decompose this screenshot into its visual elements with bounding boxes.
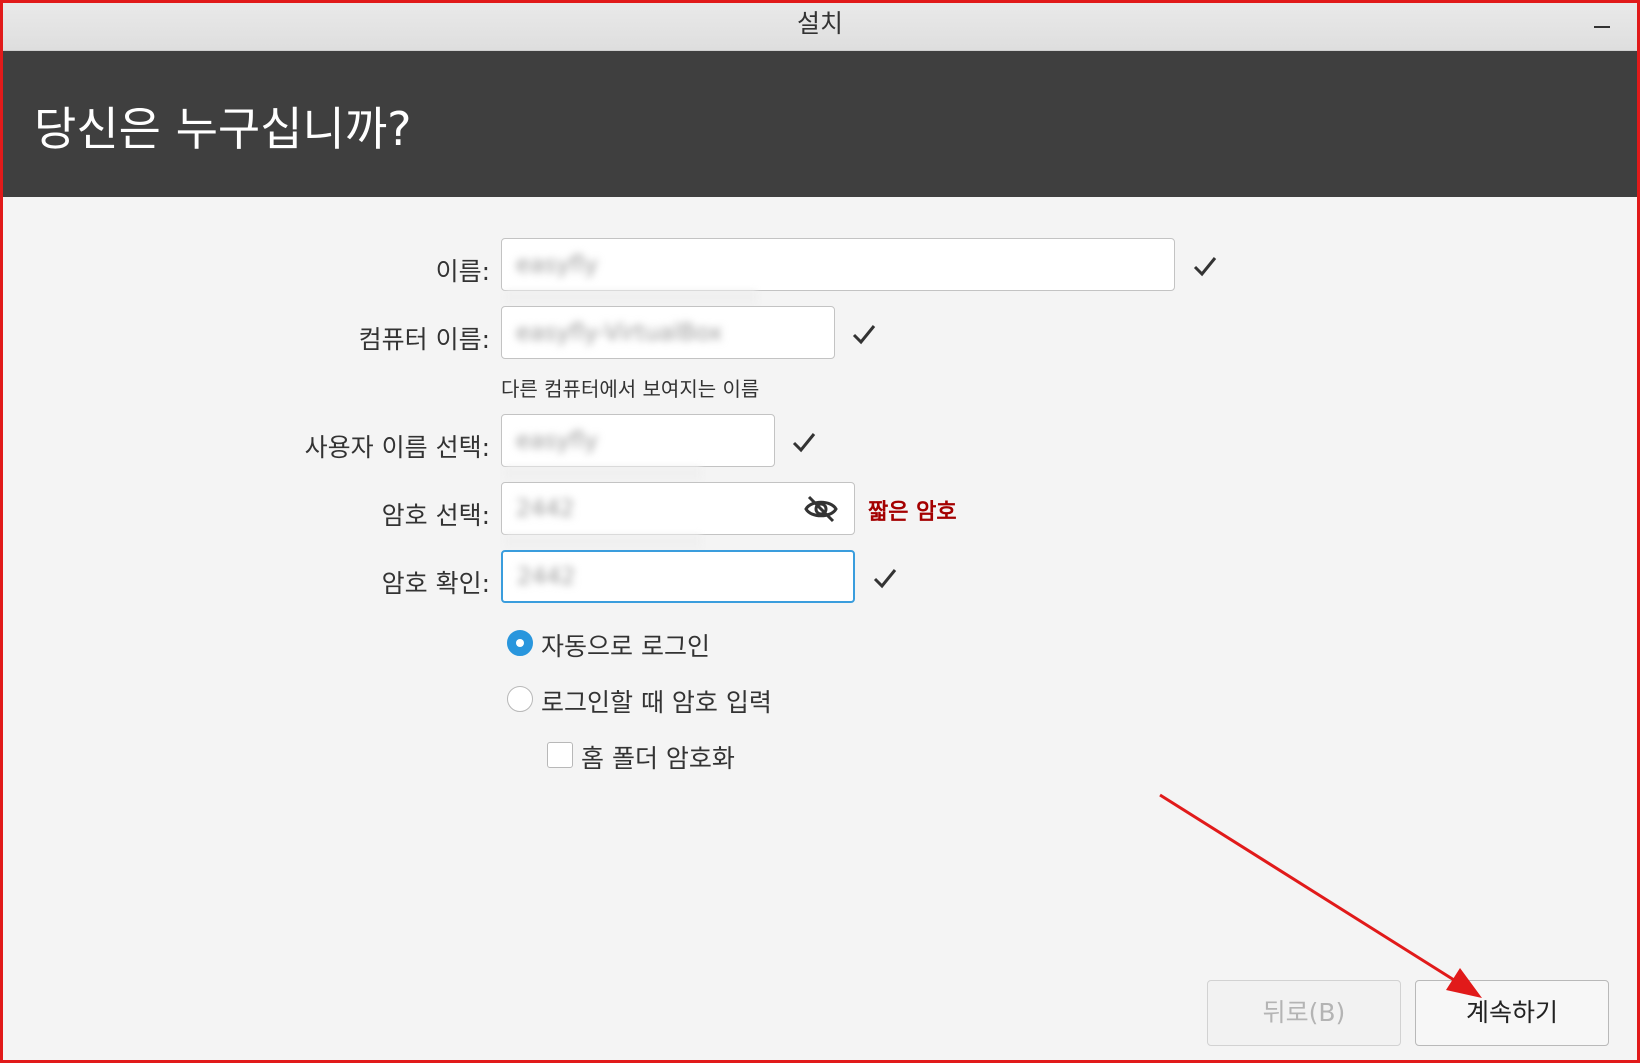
computer-name-hint: 다른 컴퓨터에서 보여지는 이름 — [501, 377, 760, 401]
password-label: 암호 선택: — [381, 501, 490, 530]
confirm-label: 암호 확인: — [381, 569, 490, 598]
page-header: 당신은 누구십니까? — [0, 51, 1640, 197]
computer-name-field[interactable] — [501, 306, 835, 359]
continue-button[interactable]: 계속하기 — [1415, 980, 1609, 1046]
blur-strip — [505, 466, 701, 480]
window-titlebar: 설치 — [0, 0, 1640, 51]
name-check-icon — [1193, 257, 1217, 277]
require-password-label[interactable]: 로그인할 때 암호 입력 — [541, 683, 772, 719]
back-button[interactable]: 뒤로(B) — [1207, 980, 1401, 1046]
confirm-check-icon — [873, 569, 897, 589]
name-label: 이름: — [435, 257, 490, 286]
hide-password-icon[interactable] — [803, 494, 839, 524]
name-input[interactable] — [516, 239, 1128, 290]
computer-name-input[interactable] — [516, 307, 788, 358]
username-input[interactable] — [516, 415, 728, 466]
minimize-icon[interactable] — [1588, 10, 1616, 38]
auto-login-radio[interactable] — [507, 630, 533, 656]
computer-name-check-icon — [852, 325, 876, 345]
confirm-field[interactable] — [501, 550, 855, 603]
page-title: 당신은 누구십니까? — [34, 102, 412, 156]
confirm-input[interactable] — [517, 552, 807, 601]
username-check-icon — [792, 433, 816, 453]
encrypt-home-checkbox[interactable] — [547, 742, 573, 768]
short-password-warning: 짧은 암호 — [868, 500, 957, 525]
name-field[interactable] — [501, 238, 1175, 291]
require-password-radio[interactable] — [507, 686, 533, 712]
auto-login-label[interactable]: 자동으로 로그인 — [541, 627, 710, 663]
password-input[interactable] — [516, 483, 808, 534]
username-label: 사용자 이름 선택: — [304, 433, 490, 462]
blur-strip — [505, 290, 757, 304]
computer-name-label: 컴퓨터 이름: — [358, 325, 490, 354]
password-field[interactable] — [501, 482, 855, 535]
window-title: 설치 — [796, 9, 843, 38]
encrypt-home-label[interactable]: 홈 폴더 암호화 — [581, 739, 735, 775]
blur-strip — [505, 534, 701, 548]
username-field[interactable] — [501, 414, 775, 467]
